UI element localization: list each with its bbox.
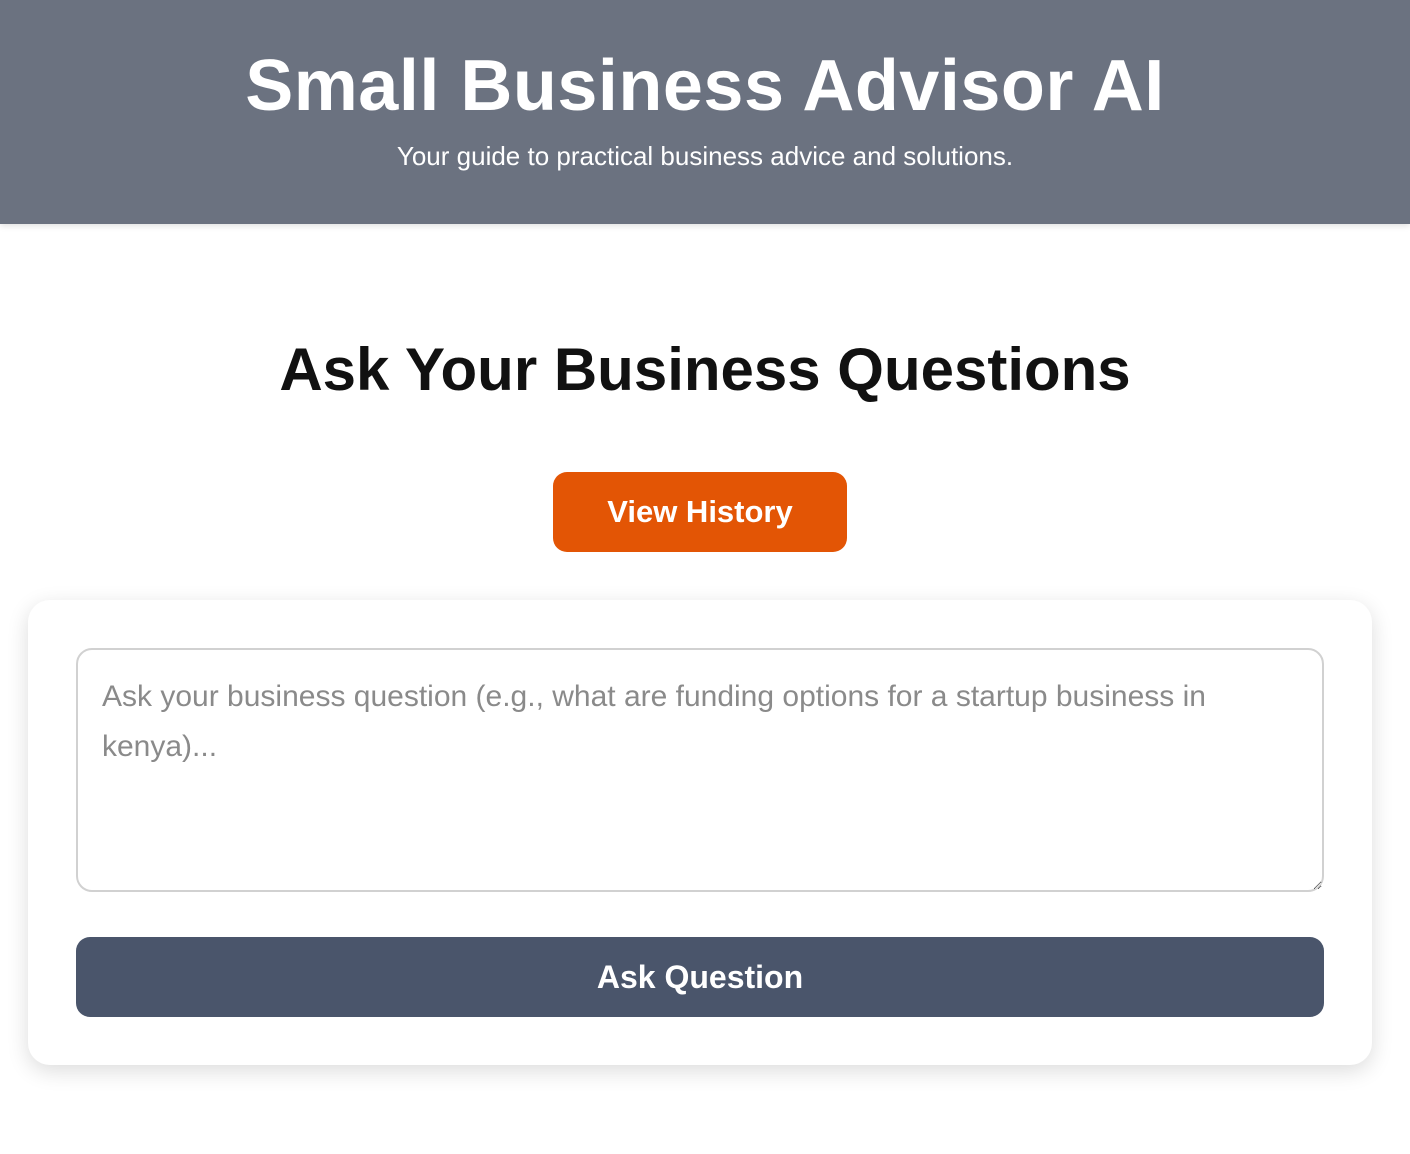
app-title: Small Business Advisor AI: [245, 46, 1165, 126]
app-subtitle: Your guide to practical business advice …: [396, 141, 1014, 171]
question-input[interactable]: [76, 648, 1324, 892]
page-heading: Ask Your Business Questions: [279, 336, 1131, 403]
view-history-button[interactable]: View History: [553, 472, 847, 552]
app-header: Small Business Advisor AI Your guide to …: [0, 0, 1410, 224]
ask-question-button[interactable]: Ask Question: [76, 937, 1324, 1017]
question-card: Ask Question: [28, 600, 1372, 1065]
